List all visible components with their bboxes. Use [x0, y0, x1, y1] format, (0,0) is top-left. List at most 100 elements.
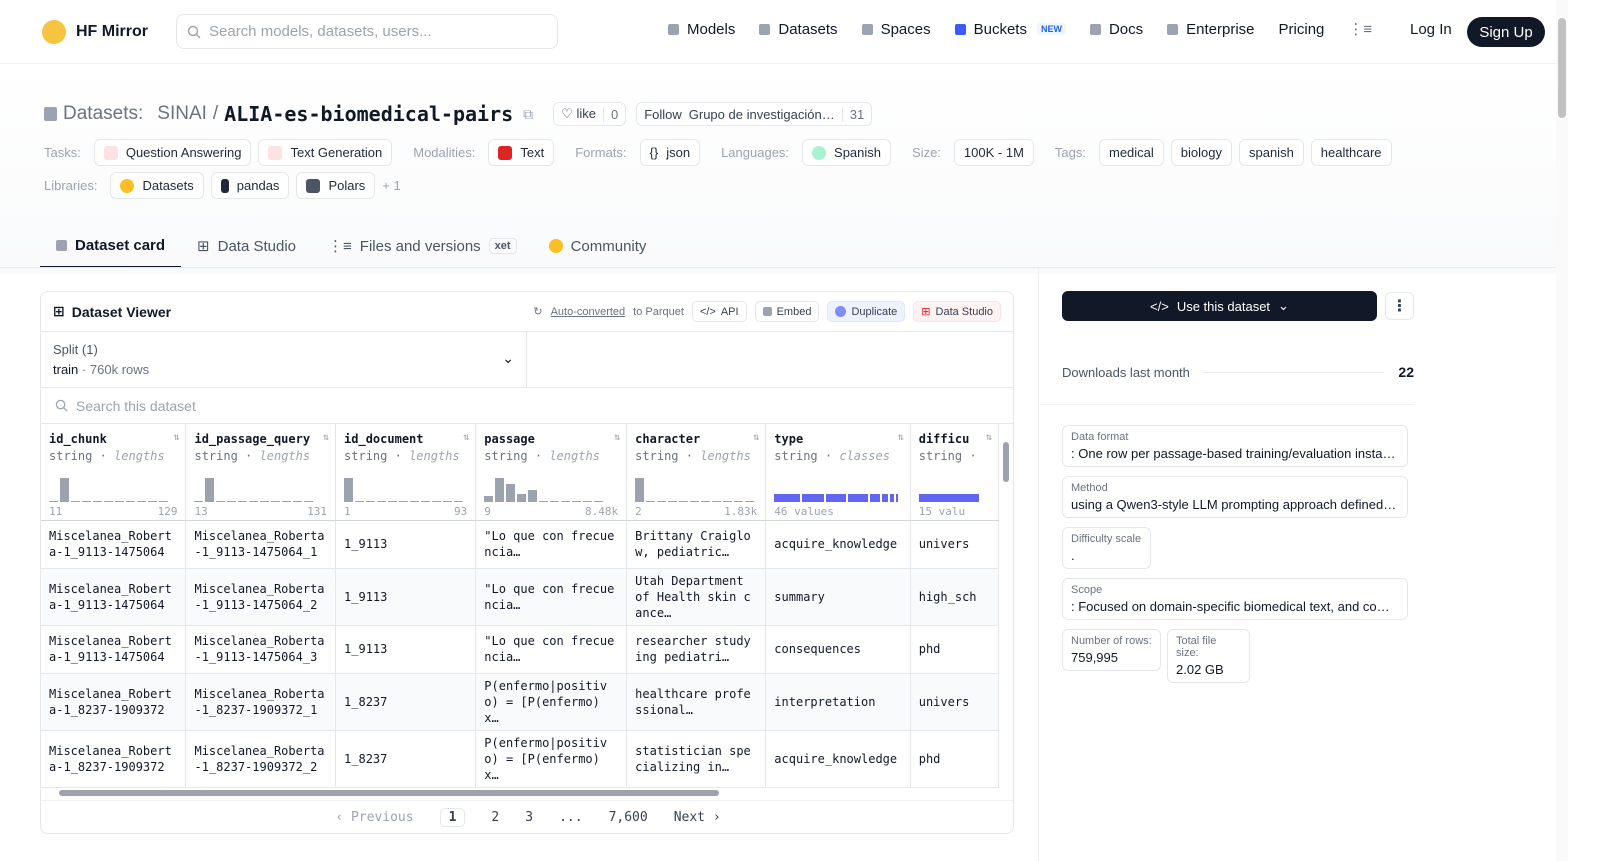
signup-button[interactable]: Sign Up [1467, 17, 1545, 47]
table-row[interactable]: Miscelanea_Roberta-1_9113-1475064 Miscela… [41, 520, 999, 569]
table-row[interactable]: Miscelanea_Roberta-1_8237-1909372 Miscela… [41, 673, 999, 731]
page-scrollbar[interactable] [1556, 0, 1568, 861]
tag-medical[interactable]: medical [1098, 139, 1164, 166]
table-cell[interactable]: 1_9113 [335, 625, 477, 674]
use-dataset-button[interactable]: </> Use this dataset ⌄ [1062, 291, 1377, 321]
table-cell[interactable]: Miscelanea_Roberta-1_9113-1475064_1 [185, 520, 337, 569]
vertical-scrollbar[interactable] [1001, 428, 1011, 784]
brand-logo[interactable]: HF Mirror [42, 20, 148, 44]
api-button[interactable]: </> API [691, 301, 747, 322]
page-last[interactable]: 7,600 [609, 810, 648, 825]
scroll-thumb[interactable] [1003, 442, 1009, 482]
nav-docs[interactable]: Docs [1089, 21, 1143, 38]
column-header-4[interactable]: character string · lengths 2 1.83k ⇅ [626, 424, 767, 521]
table-cell[interactable]: "Lo que con frecuencia… [475, 520, 628, 569]
table-cell[interactable]: Miscelanea_Roberta-1_9113-1475064 [41, 568, 187, 626]
sort-icon[interactable]: ⇅ [898, 432, 904, 443]
embed-button[interactable]: Embed [754, 301, 820, 322]
table-cell[interactable]: Miscelanea_Roberta-1_9113-1475064_3 [185, 625, 337, 674]
tag-pandas[interactable]: pandas [210, 172, 290, 199]
page-3[interactable]: 3 [525, 810, 533, 825]
nav-spaces[interactable]: Spaces [861, 21, 931, 38]
table-row[interactable]: Miscelanea_Roberta-1_8237-1909372 Miscela… [41, 730, 999, 788]
sort-icon[interactable]: ⇅ [614, 432, 620, 443]
nav-enterprise[interactable]: Enterprise [1167, 21, 1255, 38]
login-link[interactable]: Log In [1410, 21, 1452, 38]
nav-pricing[interactable]: Pricing [1279, 21, 1325, 38]
table-cell[interactable]: high_sch [910, 568, 999, 626]
nav-more-menu[interactable]: ⋮≡ [1348, 20, 1372, 38]
column-header-3[interactable]: passage string · lengths 9 8.48k ⇅ [475, 424, 628, 521]
table-cell[interactable]: Miscelanea_Roberta-1_9113-1475064 [41, 625, 187, 674]
table-cell[interactable]: acquire_knowledge [765, 520, 911, 569]
tag-question-answering[interactable]: Question Answering [93, 139, 252, 166]
nav-buckets[interactable]: Buckets NEW [954, 21, 1066, 38]
tag-size[interactable]: 100K - 1M [953, 139, 1034, 166]
nav-models[interactable]: Models [668, 21, 735, 38]
column-header-2[interactable]: id_document string · lengths 1 93 ⇅ [335, 424, 477, 521]
table-cell[interactable]: consequences [765, 625, 911, 674]
sort-icon[interactable]: ⇅ [986, 432, 992, 443]
nav-datasets[interactable]: Datasets [759, 21, 838, 38]
previous-page-button[interactable]: ‹ Previous [335, 810, 413, 825]
org-link[interactable]: SINAI [157, 103, 207, 125]
table-cell[interactable]: summary [765, 568, 911, 626]
scroll-thumb[interactable] [59, 790, 719, 796]
sort-icon[interactable]: ⇅ [173, 432, 179, 443]
table-cell[interactable]: interpretation [765, 673, 911, 731]
table-cell[interactable]: healthcare professional… [626, 673, 767, 731]
tab-community[interactable]: Community [533, 224, 663, 268]
table-cell[interactable]: Miscelanea_Roberta-1_8237-1909372_2 [185, 730, 337, 788]
dataset-search-input[interactable]: Search this dataset [41, 388, 1013, 424]
table-cell[interactable]: Miscelanea_Roberta-1_8237-1909372 [41, 673, 187, 731]
column-header-5[interactable]: type string · classes 46 values ⇅ [765, 424, 911, 521]
datasets-breadcrumb[interactable]: Datasets: [63, 103, 143, 125]
page-1[interactable]: 1 [439, 808, 466, 827]
repo-name[interactable]: ALIA-es-biomedical-pairs [224, 102, 513, 126]
table-cell[interactable]: P(enfermo|positivo) = [P(enfermo) x… [475, 673, 628, 731]
follow-button[interactable]: Follow Grupo de investigación… 31 [636, 102, 873, 126]
column-header-6[interactable]: difficu string · 15 valu ⇅ [910, 424, 999, 521]
tag-json[interactable]: {} json [639, 139, 701, 166]
column-header-0[interactable]: id_chunk string · lengths 11 129 ⇅ [41, 424, 187, 521]
copy-icon[interactable]: ⧉ [523, 106, 533, 123]
tab-dataset-card[interactable]: Dataset card [40, 224, 182, 268]
table-cell[interactable]: researcher studying pediatri… [626, 625, 767, 674]
sort-icon[interactable]: ⇅ [323, 432, 329, 443]
column-header-1[interactable]: id_passage_query string · lengths 13 131 ⇅ [185, 424, 337, 521]
table-cell[interactable]: Miscelanea_Roberta-1_8237-1909372 [41, 730, 187, 788]
table-cell[interactable]: statistician specializing in… [626, 730, 767, 788]
tag-polars[interactable]: Polars [296, 172, 376, 199]
table-cell[interactable]: Miscelanea_Roberta-1_8237-1909372_1 [185, 673, 337, 731]
table-cell[interactable]: P(enfermo|positivo) = [P(enfermo) x… [475, 730, 628, 788]
table-cell[interactable]: phd [910, 730, 999, 788]
horizontal-scrollbar[interactable] [49, 788, 999, 798]
table-cell[interactable]: Utah Department of Health skin cance… [626, 568, 767, 626]
data-studio-button[interactable]: ⊞ Data Studio [913, 301, 1001, 322]
table-cell[interactable]: 1_9113 [335, 568, 477, 626]
tab-files[interactable]: ⋮≡ Files and versions xet [312, 224, 533, 268]
table-cell[interactable]: univers [910, 520, 999, 569]
split-selector[interactable]: Split (1) train · 760k rows ⌄ [41, 332, 527, 387]
global-search-input[interactable]: Search models, datasets, users... [176, 14, 558, 49]
table-cell[interactable]: 1_8237 [335, 673, 477, 731]
sort-icon[interactable]: ⇅ [463, 432, 469, 443]
tag-text[interactable]: Text [488, 139, 555, 166]
sort-icon[interactable]: ⇅ [753, 432, 759, 443]
table-cell[interactable]: "Lo que con frecuencia… [475, 625, 628, 674]
table-cell[interactable]: univers [910, 673, 999, 731]
table-cell[interactable]: Miscelanea_Roberta-1_9113-1475064 [41, 520, 187, 569]
auto-converted-link[interactable]: Auto-converted [551, 306, 626, 318]
table-row[interactable]: Miscelanea_Roberta-1_9113-1475064 Miscela… [41, 568, 999, 626]
table-cell[interactable]: 1_8237 [335, 730, 477, 788]
libraries-more[interactable]: + 1 [382, 178, 400, 193]
tab-data-studio[interactable]: ⊞ Data Studio [181, 224, 312, 268]
tag-biology[interactable]: biology [1170, 139, 1232, 166]
duplicate-button[interactable]: Duplicate [827, 301, 906, 322]
page-scroll-thumb[interactable] [1558, 18, 1566, 118]
more-options-button[interactable]: ⋮ [1385, 292, 1414, 320]
table-cell[interactable]: 1_9113 [335, 520, 477, 569]
tag-healthcare[interactable]: healthcare [1310, 139, 1392, 166]
table-cell[interactable]: Brittany Craiglow, pediatric… [626, 520, 767, 569]
tag-spanish-language[interactable]: Spanish [802, 139, 892, 166]
